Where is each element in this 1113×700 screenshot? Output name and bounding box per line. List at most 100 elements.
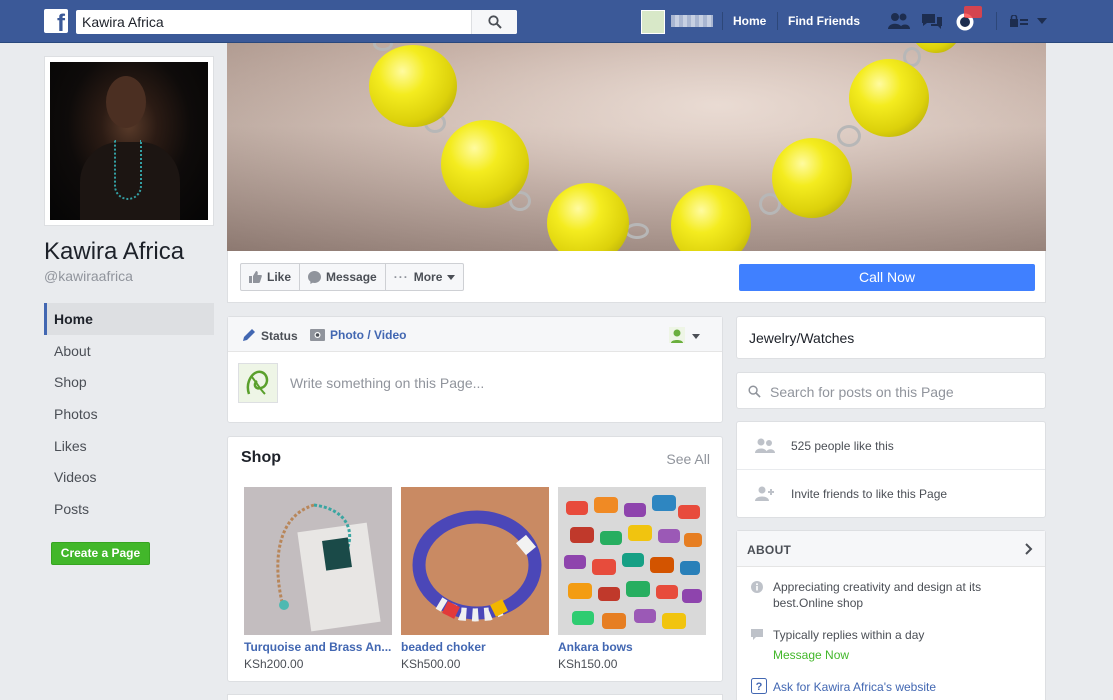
product-price: KSh500.00 (401, 657, 461, 671)
question-icon: ? (751, 678, 767, 694)
cover-background (227, 43, 1046, 251)
tab-photo-video[interactable]: Photo / Video (310, 328, 406, 342)
camera-icon (310, 329, 325, 341)
product-name[interactable]: Ankara bows (558, 640, 706, 654)
nav-item-photos[interactable]: Photos (44, 398, 214, 430)
product-name[interactable]: beaded choker (401, 640, 549, 654)
product-name[interactable]: Turquoise and Brass An... (244, 640, 392, 654)
page-handle[interactable]: @kawiraafrica (44, 268, 133, 284)
profile-picture[interactable] (44, 56, 214, 226)
page-search-input[interactable]: Search for posts on this Page (770, 384, 954, 400)
necklace-bead (441, 120, 529, 208)
next-card (227, 694, 723, 700)
pencil-icon (243, 329, 255, 341)
page-avatar (238, 363, 278, 403)
more-button[interactable]: ··· More (386, 264, 464, 290)
page-avatar-icon (668, 327, 685, 343)
privacy-shortcuts-icon[interactable] (1010, 15, 1028, 27)
nav-item-videos[interactable]: Videos (44, 461, 214, 493)
product-image (558, 487, 706, 635)
product-card[interactable]: Turquoise and Brass An... KSh200.00 (244, 487, 392, 671)
thumbs-up-icon (249, 271, 262, 283)
product-photo (558, 487, 706, 635)
nav-divider (722, 12, 723, 30)
shop-section: Shop See All Turquoise and Brass An... K… (227, 436, 723, 682)
composer-tabs: Status Photo / Video (228, 317, 722, 352)
search-box (76, 10, 517, 34)
shop-title: Shop (241, 449, 281, 466)
page-category[interactable]: Jewelry/Watches (736, 316, 1046, 359)
product-image (401, 487, 549, 635)
find-friends-link[interactable]: Find Friends (788, 14, 860, 28)
message-now-link[interactable]: Message Now (773, 648, 849, 662)
see-all-link[interactable]: See All (666, 451, 710, 467)
page-action-bar: Like Message ··· More Call Now (227, 251, 1046, 303)
about-description: Appreciating creativity and design at it… (773, 580, 982, 610)
left-navigation: Home About Shop Photos Likes Videos Post… (44, 303, 214, 525)
product-photo (401, 487, 549, 635)
tab-status-label: Status (261, 329, 298, 343)
add-friend-icon (755, 486, 774, 501)
call-now-button[interactable]: Call Now (739, 264, 1035, 291)
like-label: Like (267, 270, 292, 284)
people-icon (755, 438, 775, 453)
top-navigation-bar: f Home Find Friends (0, 0, 1113, 43)
search-icon (488, 15, 502, 29)
about-box: ABOUT Appreciating creativity and design… (736, 530, 1046, 700)
posting-as-selector[interactable] (668, 327, 700, 346)
home-link[interactable]: Home (733, 14, 766, 28)
chevron-right-icon (1025, 543, 1033, 555)
cover-photo[interactable] (227, 43, 1046, 251)
composer-input[interactable]: Write something on this Page... (290, 375, 484, 391)
nav-item-about[interactable]: About (44, 335, 214, 367)
nav-item-shop[interactable]: Shop (44, 366, 214, 398)
more-label: More (413, 270, 443, 284)
more-dots-icon: ··· (393, 270, 409, 284)
create-page-button[interactable]: Create a Page (51, 542, 150, 565)
product-price: KSh150.00 (558, 657, 618, 671)
info-icon (751, 581, 763, 593)
profile-photo (50, 62, 208, 220)
necklace-bead (369, 45, 457, 127)
tab-status[interactable]: Status (242, 328, 298, 343)
page-title: Kawira Africa (44, 238, 185, 265)
ask-website-link[interactable]: Ask for Kawira Africa's website (773, 680, 936, 694)
product-price: KSh200.00 (244, 657, 304, 671)
messages-icon[interactable] (921, 12, 943, 30)
search-button[interactable] (471, 10, 517, 34)
chat-bubble-icon (751, 629, 763, 640)
nav-item-likes[interactable]: Likes (44, 430, 214, 462)
message-label: Message (326, 270, 377, 284)
product-card[interactable]: Ankara bows KSh150.00 (558, 487, 706, 671)
user-avatar[interactable] (641, 10, 665, 34)
nav-item-posts[interactable]: Posts (44, 493, 214, 525)
like-button[interactable]: Like (241, 264, 301, 290)
product-image (244, 487, 392, 635)
likes-row[interactable]: 525 people like this (737, 422, 1045, 470)
post-composer: Status Photo / Video Write something on … (227, 316, 723, 423)
about-heading: ABOUT (747, 543, 792, 557)
notification-badge (964, 6, 982, 18)
user-name-redacted[interactable] (671, 15, 713, 27)
chevron-down-icon (447, 274, 456, 280)
profile-necklace (114, 140, 142, 200)
invite-row[interactable]: Invite friends to like this Page (737, 470, 1045, 518)
facebook-logo-icon[interactable]: f (44, 9, 68, 33)
chevron-down-icon[interactable] (1037, 18, 1047, 24)
necklace-bead (849, 59, 929, 137)
page-post-search[interactable]: Search for posts on this Page (736, 372, 1046, 409)
chevron-down-icon (692, 334, 700, 339)
search-input[interactable] (76, 10, 474, 34)
invite-friends-link[interactable]: Invite friends to like this Page (791, 487, 947, 501)
tab-photo-label: Photo / Video (330, 328, 407, 342)
nav-item-home[interactable]: Home (44, 303, 214, 335)
necklace-link (837, 125, 861, 147)
product-card[interactable]: beaded choker KSh500.00 (401, 487, 549, 671)
search-icon (748, 385, 761, 398)
action-button-group: Like Message ··· More (240, 263, 465, 291)
product-photo (244, 487, 392, 635)
about-header[interactable]: ABOUT (737, 531, 1045, 567)
message-button[interactable]: Message (300, 264, 386, 290)
friend-requests-icon[interactable] (888, 12, 910, 30)
community-box: 525 people like this Invite friends to l… (736, 421, 1046, 518)
